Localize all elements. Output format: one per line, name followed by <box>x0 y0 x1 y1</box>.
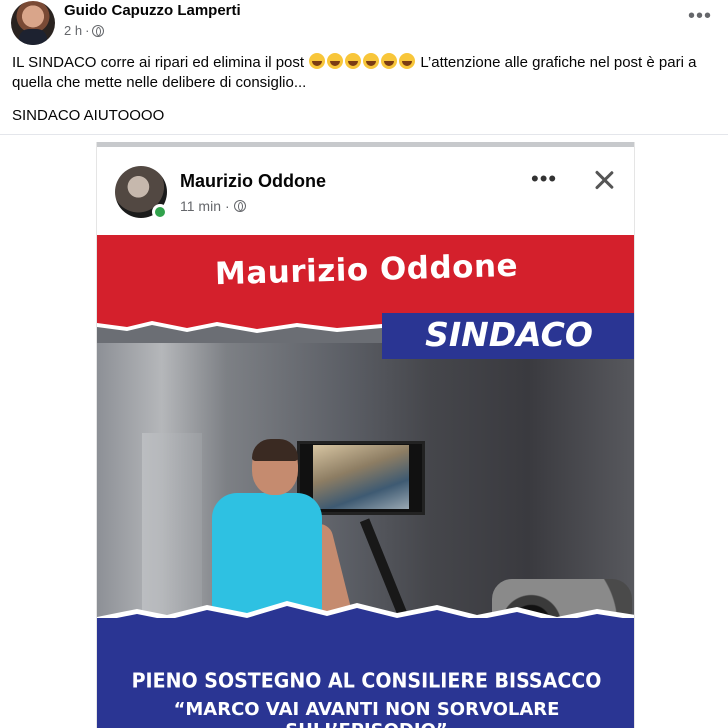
close-icon <box>592 168 616 192</box>
monitor-screen <box>313 445 409 509</box>
laughing-tears-emoji-icon <box>381 53 398 69</box>
author-avatar[interactable] <box>11 1 55 45</box>
embedded-more-icon: ••• <box>531 166 558 191</box>
embedded-author-name: Maurizio Oddone <box>180 171 326 191</box>
laughing-tears-emoji-icon <box>327 53 344 69</box>
poster-line1: PIENO SOSTEGNO AL CONSILIERE BISSACCO <box>131 669 602 693</box>
embedded-post-meta: 11 min · <box>180 198 246 214</box>
meta-dot: · <box>224 198 230 214</box>
post-text: IL SINDACO corre ai ripari ed elimina il… <box>12 53 717 126</box>
post-text-part1: IL SINDACO corre ai ripari ed elimina il… <box>12 54 305 71</box>
post-header: Guido Capuzzo Lamperti 2 h · ••• <box>0 0 728 50</box>
embedded-post-time: 11 min <box>180 198 221 214</box>
embedded-screenshot[interactable]: Maurizio Oddone 11 min · ••• Maurizio Od… <box>96 142 635 728</box>
more-options-icon[interactable]: ••• <box>688 6 712 26</box>
meta-dot: · <box>85 23 90 38</box>
poster-photo <box>97 333 634 708</box>
laughing-tears-emoji-icon <box>399 53 416 69</box>
poster-line2: “MARCO VAI AVANTI NON SORVOLARE SULL’EPI… <box>173 699 560 728</box>
laughing-tears-emoji-icon <box>345 53 362 69</box>
poster-role: SINDACO <box>425 315 593 354</box>
screenshot-topbar <box>97 142 634 147</box>
post-text-line1: IL SINDACO corre ai ripari ed elimina il… <box>12 53 717 93</box>
globe-icon <box>92 24 105 37</box>
referee-hair <box>252 439 298 461</box>
author-name[interactable]: Guido Capuzzo Lamperti <box>64 2 241 19</box>
poster-image: Maurizio Oddone SINDACO PIENO SOSTEGNO A… <box>97 235 634 728</box>
divider <box>0 134 728 135</box>
online-status-dot <box>152 204 168 220</box>
laughing-tears-emoji-icon <box>363 53 380 69</box>
globe-icon <box>233 200 246 212</box>
post-text-line2: SINDACO AIUTOOOO <box>12 107 165 124</box>
post-time[interactable]: 2 h <box>64 23 82 38</box>
post-meta: 2 h · <box>64 23 105 38</box>
laughing-tears-emoji-icon <box>309 53 326 69</box>
